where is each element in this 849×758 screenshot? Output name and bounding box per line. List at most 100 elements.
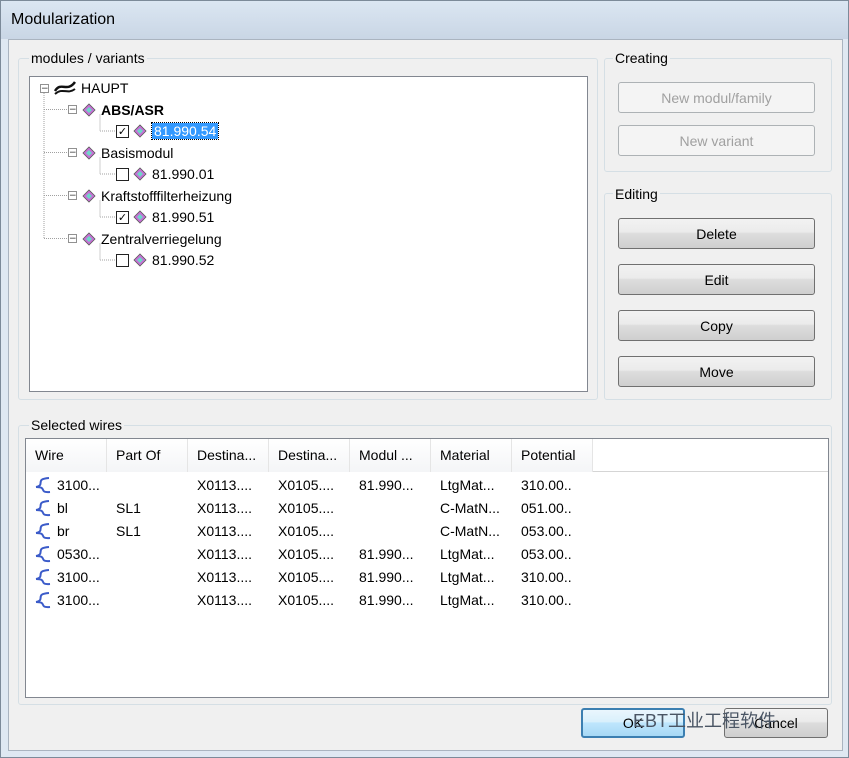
- table-cell: LtgMat...: [440, 477, 495, 493]
- creating-label: Creating: [613, 50, 670, 66]
- variant-label: 81.990.52: [152, 252, 215, 268]
- dialog-body: modules / variants − HAUPT − ABS/ASR ✓ 81.990…: [8, 39, 843, 751]
- table-cell: 81.990...: [359, 592, 414, 608]
- column-header[interactable]: Part Of: [107, 439, 188, 472]
- table-cell: LtgMat...: [440, 592, 495, 608]
- tree-node-module[interactable]: − ABS/ASR: [68, 100, 164, 120]
- selected-wires-label: Selected wires: [29, 417, 125, 433]
- table-cell: 3100...: [57, 569, 100, 585]
- new-modul-family-button[interactable]: New modul/family: [618, 82, 815, 113]
- table-cell: 3100...: [57, 592, 100, 608]
- variant-label: 81.990.51: [152, 209, 215, 225]
- table-cell: SL1: [116, 500, 141, 516]
- module-icon: [82, 145, 96, 160]
- move-button[interactable]: Move: [618, 356, 815, 387]
- column-header[interactable]: Destina...: [269, 439, 350, 472]
- table-cell: 310.00..: [521, 477, 572, 493]
- table-cell: X0113....: [197, 523, 253, 539]
- tree-node-module[interactable]: − Zentralverriegelung: [68, 229, 222, 249]
- expander-minus-icon[interactable]: −: [68, 234, 77, 244]
- checkbox-checked[interactable]: ✓: [116, 124, 129, 138]
- edit-button[interactable]: Edit: [618, 264, 815, 295]
- table-cell: C-MatN...: [440, 500, 500, 516]
- expander-minus-icon[interactable]: −: [40, 83, 49, 93]
- delete-button[interactable]: Delete: [618, 218, 815, 249]
- table-cell: C-MatN...: [440, 523, 500, 539]
- table-cell: [350, 497, 431, 519]
- table-cell: [107, 543, 188, 565]
- table-cell: bl: [57, 500, 68, 516]
- table-cell: 0530...: [57, 546, 100, 562]
- column-header[interactable]: Destina...: [188, 439, 269, 472]
- copy-button[interactable]: Copy: [618, 310, 815, 341]
- table-cell: X0105....: [278, 569, 335, 585]
- table-cell: LtgMat...: [440, 569, 495, 585]
- table-row[interactable]: br SL1 X0113.... X0105.... C-MatN... 053.00..: [26, 520, 828, 542]
- tree-node-variant[interactable]: 81.990.52: [116, 250, 214, 270]
- module-label: ABS/ASR: [101, 101, 165, 118]
- tree-node-variant[interactable]: ✓ 81.990.54: [116, 121, 220, 141]
- column-header[interactable]: Modul ...: [350, 439, 431, 472]
- column-header[interactable]: Potential: [512, 439, 593, 472]
- table-cell: [107, 589, 188, 611]
- table-cell: 053.00..: [521, 546, 572, 562]
- checkbox-checked[interactable]: ✓: [116, 210, 129, 224]
- table-row[interactable]: 3100... X0113.... X0105.... 81.990... LtgMat…: [26, 589, 828, 611]
- module-icon: [82, 102, 96, 117]
- table-cell: [350, 520, 431, 542]
- table-cell: 310.00..: [521, 592, 572, 608]
- harness-icon: [53, 81, 77, 95]
- table-cell: X0113....: [197, 477, 253, 493]
- table-cell: [107, 474, 188, 496]
- table-row[interactable]: bl SL1 X0113.... X0105.... C-MatN... 051.00..: [26, 497, 828, 519]
- tree-node-variant[interactable]: ✓ 81.990.51: [116, 207, 214, 227]
- table-cell: X0105....: [278, 523, 335, 539]
- checkbox-unchecked[interactable]: [116, 253, 129, 267]
- table-cell: X0105....: [278, 500, 335, 516]
- expander-minus-icon[interactable]: −: [68, 148, 77, 158]
- variant-label: 81.990.54: [150, 122, 220, 140]
- table-cell: X0105....: [278, 546, 335, 562]
- table-row[interactable]: 0530... X0113.... X0105.... 81.990... LtgMat…: [26, 543, 828, 565]
- tree-node-module[interactable]: − Basismodul: [68, 143, 173, 163]
- window-title: Modularization: [11, 11, 116, 28]
- tree-node-variant[interactable]: 81.990.01: [116, 164, 214, 184]
- tree-node-root[interactable]: − HAUPT: [40, 78, 128, 98]
- table-cell: 051.00..: [521, 500, 572, 516]
- checkbox-unchecked[interactable]: [116, 167, 129, 181]
- wires-table[interactable]: Wire Part Of Destina... Destina... Modul ...…: [25, 438, 829, 698]
- tree-root-label: HAUPT: [81, 80, 129, 96]
- new-variant-button[interactable]: New variant: [618, 125, 815, 156]
- module-icon: [82, 188, 96, 203]
- table-cell: X0105....: [278, 592, 335, 608]
- table-cell: [107, 566, 188, 588]
- table-cell: X0113....: [197, 500, 253, 516]
- table-row[interactable]: 3100... X0113.... X0105.... 81.990... LtgMat…: [26, 566, 828, 588]
- expander-minus-icon[interactable]: −: [68, 191, 77, 201]
- module-tree[interactable]: − HAUPT − ABS/ASR ✓ 81.990.54− Basismodul 81.99…: [29, 76, 588, 392]
- table-row[interactable]: 3100... X0113.... X0105.... 81.990... LtgMat…: [26, 474, 828, 496]
- table-cell: 053.00..: [521, 523, 572, 539]
- table-cell: 81.990...: [359, 569, 414, 585]
- expander-minus-icon[interactable]: −: [68, 105, 77, 115]
- table-cell: br: [57, 523, 70, 539]
- watermark-text: EBT工业工程软件: [633, 711, 777, 731]
- variant-icon: [133, 167, 147, 181]
- module-label: Kraftstofffilterheizung: [101, 187, 233, 204]
- table-cell: 81.990...: [359, 546, 414, 562]
- module-icon: [82, 231, 96, 246]
- editing-label: Editing: [613, 186, 660, 202]
- title-bar[interactable]: Modularization: [1, 1, 848, 39]
- column-header[interactable]: Material: [431, 439, 512, 472]
- table-cell: X0113....: [197, 569, 253, 585]
- tree-node-module[interactable]: − Kraftstofffilterheizung: [68, 186, 232, 206]
- modules-variants-label: modules / variants: [29, 50, 147, 66]
- table-cell: X0113....: [197, 546, 253, 562]
- table-cell: X0105....: [278, 477, 335, 493]
- table-cell: 3100...: [57, 477, 100, 493]
- variant-icon: [133, 210, 147, 224]
- column-header[interactable]: Wire: [26, 439, 107, 472]
- table-cell: LtgMat...: [440, 546, 495, 562]
- table-cell: 81.990...: [359, 477, 414, 493]
- table-cell: X0113....: [197, 592, 253, 608]
